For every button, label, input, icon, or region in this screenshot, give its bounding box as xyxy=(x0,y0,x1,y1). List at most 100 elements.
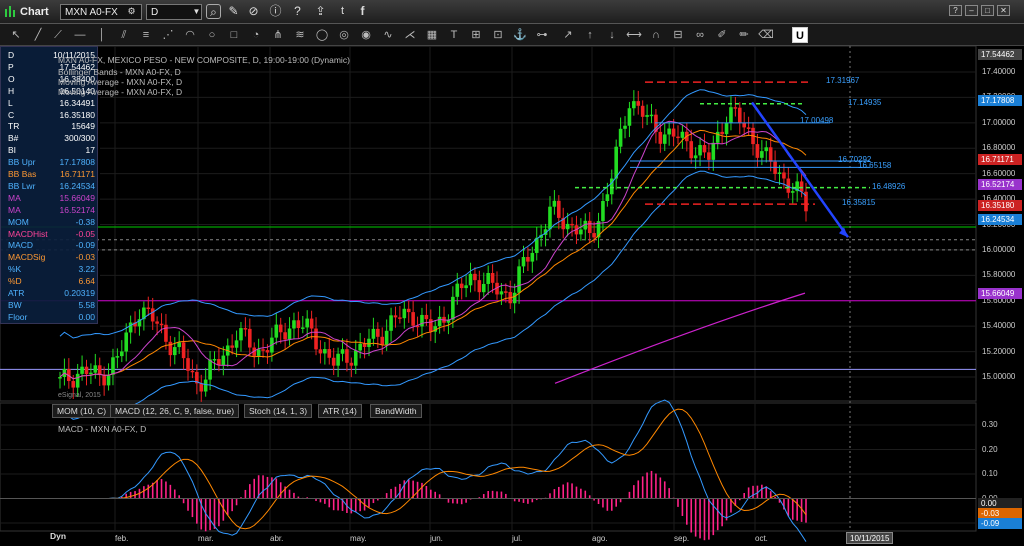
cursor-icon[interactable]: ↖ xyxy=(8,27,24,43)
trendline-icon[interactable]: ╱ xyxy=(30,27,46,43)
data-window-key: O xyxy=(8,73,15,84)
tab-bandwidth[interactable]: BandWidth xyxy=(370,404,422,418)
note-icon[interactable]: ⊞ xyxy=(468,27,484,43)
price-tag: 16.24534 xyxy=(978,213,1022,225)
interval-dropdown-icon[interactable]: ▼ xyxy=(189,4,204,19)
down-arrow-icon[interactable]: ↓ xyxy=(604,27,620,43)
vertical-line-icon[interactable]: │ xyxy=(94,27,110,43)
candle-body xyxy=(724,122,729,135)
anchor-icon[interactable]: ⚓ xyxy=(512,27,528,43)
month-label: may. xyxy=(350,534,367,543)
pen-icon[interactable]: ✏ xyxy=(736,27,752,43)
candle-body xyxy=(733,107,738,109)
info-icon[interactable]: ⓘ xyxy=(268,4,283,19)
candle-body xyxy=(115,356,120,358)
data-window-value: 16.24534 xyxy=(59,180,95,191)
tab-stoch[interactable]: Stoch (14, 1, 3) xyxy=(244,404,313,418)
grid-icon[interactable]: ▦ xyxy=(424,27,440,43)
candle-body xyxy=(155,321,159,324)
data-window-value: 0.20319 xyxy=(64,288,95,298)
data-window-value: 17.17808 xyxy=(59,157,95,168)
tape-icon[interactable]: ⊟ xyxy=(670,27,686,43)
watermark: eSignal, 2015 xyxy=(58,392,101,399)
search-icon[interactable]: ⌕ xyxy=(206,4,221,19)
speed-lines-icon[interactable]: ⋌ xyxy=(402,27,418,43)
help-icon[interactable]: ? xyxy=(290,4,305,19)
data-window-value: -0.05 xyxy=(75,228,95,239)
ellipse-icon[interactable]: ○ xyxy=(204,27,220,43)
candle-body xyxy=(605,194,610,201)
twitter-icon[interactable]: t xyxy=(335,4,350,19)
candle-body xyxy=(649,114,654,117)
candle-body xyxy=(124,332,129,352)
candle-body xyxy=(212,358,217,361)
candle-body xyxy=(93,365,98,373)
help-window-button[interactable]: ? xyxy=(949,5,962,16)
candle-body xyxy=(676,136,680,139)
brush-icon[interactable]: ✐ xyxy=(714,27,730,43)
tab-macd[interactable]: MACD (12, 26, C, 9, false, true) xyxy=(110,404,240,418)
fibonacci-icon[interactable]: ≡ xyxy=(138,27,154,43)
glasses-icon[interactable]: ∞ xyxy=(692,27,708,43)
tab-mom[interactable]: MOM (10, C) xyxy=(52,404,112,418)
candle-body xyxy=(420,314,424,327)
lock-icon[interactable]: ⊡ xyxy=(490,27,506,43)
candle-body xyxy=(746,127,751,129)
spiral-icon[interactable]: ◎ xyxy=(336,27,352,43)
cycle-icon[interactable]: ◔ xyxy=(248,27,264,43)
target-icon[interactable]: ◉ xyxy=(358,27,374,43)
macd-tag: -0.09 xyxy=(978,518,1022,529)
regression-icon[interactable]: ≋ xyxy=(292,27,308,43)
symbol-settings-icon[interactable]: ⚙ xyxy=(124,4,139,19)
candle-body xyxy=(570,223,574,226)
candle-body xyxy=(102,375,106,386)
eraser-icon[interactable]: ⌫ xyxy=(758,27,774,43)
level-label: 17.31967 xyxy=(826,76,860,86)
candle-body xyxy=(636,101,641,106)
magnet-u-icon[interactable]: U xyxy=(792,27,808,43)
pencil-icon[interactable]: ✎ xyxy=(226,4,241,19)
arrow-icon[interactable]: ↗ xyxy=(560,27,576,43)
measure-icon[interactable]: ⊶ xyxy=(534,27,550,43)
candle-body xyxy=(314,328,318,350)
candle-body xyxy=(230,345,234,348)
gann-icon[interactable]: ⋰ xyxy=(160,27,176,43)
candle-body xyxy=(309,318,314,329)
candle-body xyxy=(737,107,742,123)
candle-body xyxy=(340,349,345,354)
text-icon[interactable]: T xyxy=(446,27,462,43)
pitchfork-icon[interactable]: ⋔ xyxy=(270,27,286,43)
candle-body xyxy=(428,319,433,332)
tab-atr[interactable]: ATR (14) xyxy=(318,404,362,418)
data-window-value: -0.09 xyxy=(75,240,95,251)
candle-body xyxy=(552,200,557,207)
magnet-icon[interactable]: ∩ xyxy=(648,27,664,43)
month-label: oct. xyxy=(755,534,768,543)
month-label: ago. xyxy=(592,534,608,543)
horizontal-line-icon[interactable]: ― xyxy=(72,27,88,43)
ruler-icon[interactable]: ⟷ xyxy=(626,27,642,43)
rectangle-icon[interactable]: □ xyxy=(226,27,242,43)
facebook-icon[interactable]: f xyxy=(355,4,370,19)
candle-body xyxy=(406,308,411,313)
candle-body xyxy=(362,343,367,347)
minimize-button[interactable]: – xyxy=(965,5,978,16)
maximize-button[interactable]: □ xyxy=(981,5,994,16)
candle-body xyxy=(720,131,724,135)
data-window-row: BB Upr 17.17808 xyxy=(5,157,97,167)
candle-body xyxy=(587,220,592,234)
arc-icon[interactable]: ◠ xyxy=(182,27,198,43)
candle-body xyxy=(287,328,292,340)
data-window-row: MOM -0.38 xyxy=(5,217,97,227)
link-icon[interactable]: ⊘ xyxy=(246,4,261,19)
data-window-key: MA xyxy=(8,204,21,215)
channel-icon[interactable]: ⫽ xyxy=(116,27,132,43)
data-window-value: 16.52174 xyxy=(59,204,95,215)
ray-icon[interactable]: ⟋ xyxy=(50,27,66,43)
circle-icon[interactable]: ◯ xyxy=(314,27,330,43)
share-icon[interactable]: ⇪ xyxy=(313,4,328,19)
wave-icon[interactable]: ∿ xyxy=(380,27,396,43)
chart-canvas[interactable] xyxy=(0,46,1024,546)
up-arrow-icon[interactable]: ↑ xyxy=(582,27,598,43)
close-button[interactable]: ✕ xyxy=(997,5,1010,16)
